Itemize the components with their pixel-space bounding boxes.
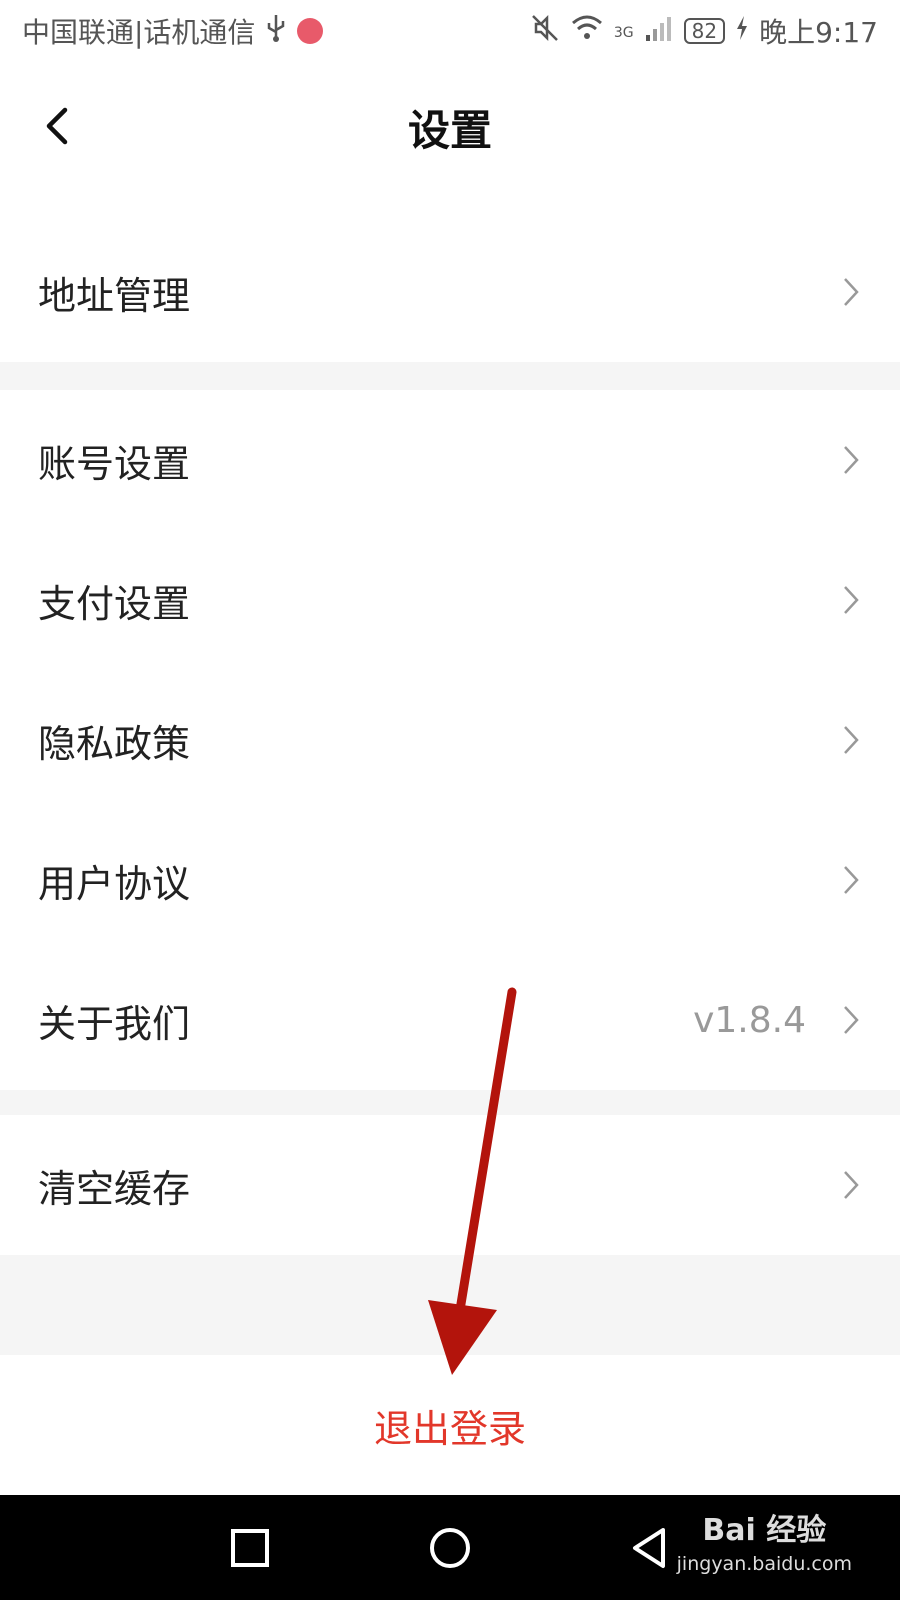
chevron-right-icon <box>844 1171 859 1199</box>
battery-icon: 82 <box>683 18 726 44</box>
recent-apps-button[interactable] <box>227 1525 273 1571</box>
settings-item-label: 关于我们 <box>38 1001 191 1046</box>
system-back-button[interactable] <box>627 1525 673 1571</box>
settings-item-payment[interactable]: 支付设置 <box>0 530 900 670</box>
usb-icon <box>265 13 287 50</box>
status-left: 中国联通|话机通信 <box>22 11 324 51</box>
watermark-sub: jingyan.baidu.com <box>676 1553 852 1575</box>
chevron-right-icon <box>844 726 859 754</box>
header: 设置 <box>0 62 900 192</box>
chevron-right-icon <box>844 586 859 614</box>
settings-item-label: 地址管理 <box>38 273 191 318</box>
settings-item-agreement[interactable]: 用户协议 <box>0 810 900 950</box>
settings-item-label: 支付设置 <box>38 581 191 626</box>
settings-item-label: 清空缓存 <box>38 1166 191 1211</box>
carrier-label: 中国联通|话机通信 <box>22 16 256 49</box>
chevron-right-icon <box>844 866 859 894</box>
settings-item-privacy[interactable]: 隐私政策 <box>0 670 900 810</box>
section-divider <box>0 362 900 390</box>
settings-group-address: 地址管理 <box>0 222 900 362</box>
back-button[interactable] <box>30 90 84 162</box>
settings-item-account[interactable]: 账号设置 <box>0 390 900 530</box>
status-bar: 中国联通|话机通信 3G 82 晚上9:17 <box>0 0 900 62</box>
app-notification-icon <box>297 18 324 44</box>
settings-group-main: 账号设置 支付设置 隐私政策 用户协议 关于我们 v1.8.4 <box>0 390 900 1090</box>
settings-item-label: 隐私政策 <box>38 721 191 766</box>
settings-item-about[interactable]: 关于我们 v1.8.4 <box>0 950 900 1090</box>
settings-group-cache: 清空缓存 <box>0 1115 900 1255</box>
chevron-right-icon <box>844 1006 859 1034</box>
logout-button[interactable]: 退出登录 <box>0 1355 900 1495</box>
signal-icon <box>644 13 674 50</box>
section-divider <box>0 1255 900 1355</box>
chevron-right-icon <box>844 278 859 306</box>
network-type-label: 3G <box>613 25 634 41</box>
clock-label: 晚上9:17 <box>759 16 878 49</box>
back-icon <box>633 1528 665 1568</box>
back-chevron-icon <box>46 107 68 145</box>
settings-item-address[interactable]: 地址管理 <box>0 222 900 362</box>
section-divider <box>0 1090 900 1115</box>
chevron-right-icon <box>844 446 859 474</box>
status-right: 3G 82 晚上9:17 <box>530 11 878 51</box>
mute-icon <box>530 13 560 50</box>
recent-apps-icon <box>231 1529 269 1567</box>
settings-item-clear-cache[interactable]: 清空缓存 <box>0 1115 900 1255</box>
home-icon <box>430 1528 470 1568</box>
version-label: v1.8.4 <box>693 999 806 1041</box>
page-title: 设置 <box>407 105 492 155</box>
settings-item-label: 用户协议 <box>38 861 191 906</box>
settings-item-label: 账号设置 <box>38 441 191 486</box>
watermark: Bai 经验 jingyan.baidu.com <box>677 1505 852 1575</box>
watermark-main: Bai 经验 <box>702 1513 827 1548</box>
home-button[interactable] <box>427 1525 473 1571</box>
logout-label: 退出登录 <box>373 1406 526 1451</box>
wifi-icon <box>570 13 604 50</box>
charging-icon <box>735 15 749 48</box>
system-navigation-bar: Bai 经验 jingyan.baidu.com <box>0 1495 900 1600</box>
